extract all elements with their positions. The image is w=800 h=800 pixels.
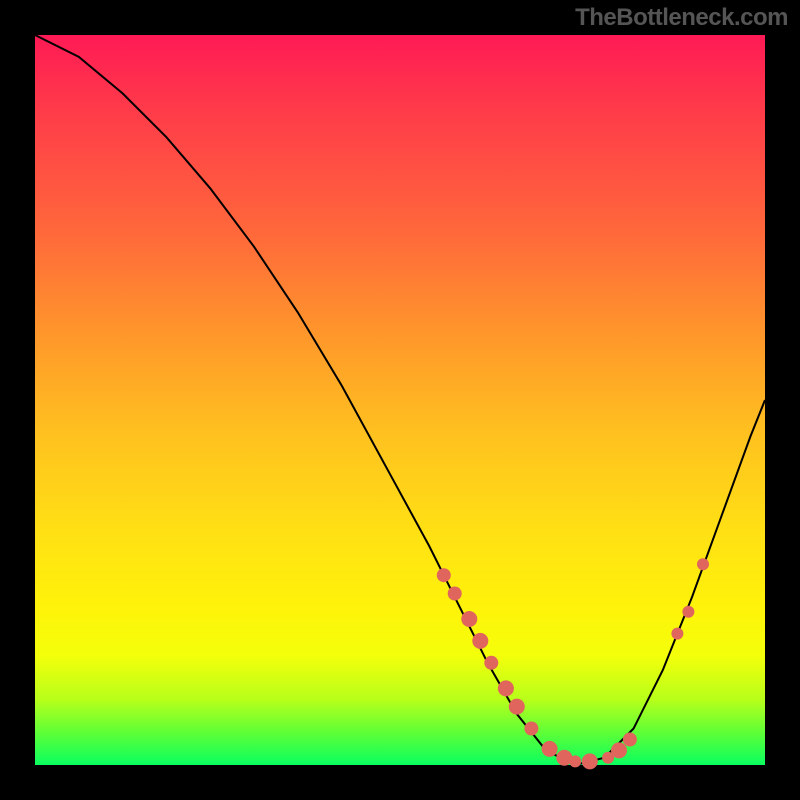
data-marker bbox=[697, 558, 709, 570]
data-marker bbox=[448, 587, 462, 601]
data-marker bbox=[461, 611, 477, 627]
chart-svg bbox=[35, 35, 765, 765]
curve-markers bbox=[437, 558, 709, 769]
data-marker bbox=[623, 733, 637, 747]
data-marker bbox=[437, 568, 451, 582]
data-marker bbox=[472, 633, 488, 649]
data-marker bbox=[611, 742, 627, 758]
data-marker bbox=[509, 699, 525, 715]
attribution-label: TheBottleneck.com bbox=[575, 4, 788, 32]
data-marker bbox=[682, 606, 694, 618]
data-marker bbox=[542, 741, 558, 757]
data-marker bbox=[569, 755, 581, 767]
data-marker bbox=[484, 656, 498, 670]
bottleneck-curve bbox=[35, 35, 765, 765]
chart-container: TheBottleneck.com bbox=[0, 0, 800, 800]
data-marker bbox=[524, 722, 538, 736]
data-marker bbox=[498, 680, 514, 696]
data-marker bbox=[671, 628, 683, 640]
plot-area bbox=[35, 35, 765, 765]
data-marker bbox=[582, 753, 598, 769]
